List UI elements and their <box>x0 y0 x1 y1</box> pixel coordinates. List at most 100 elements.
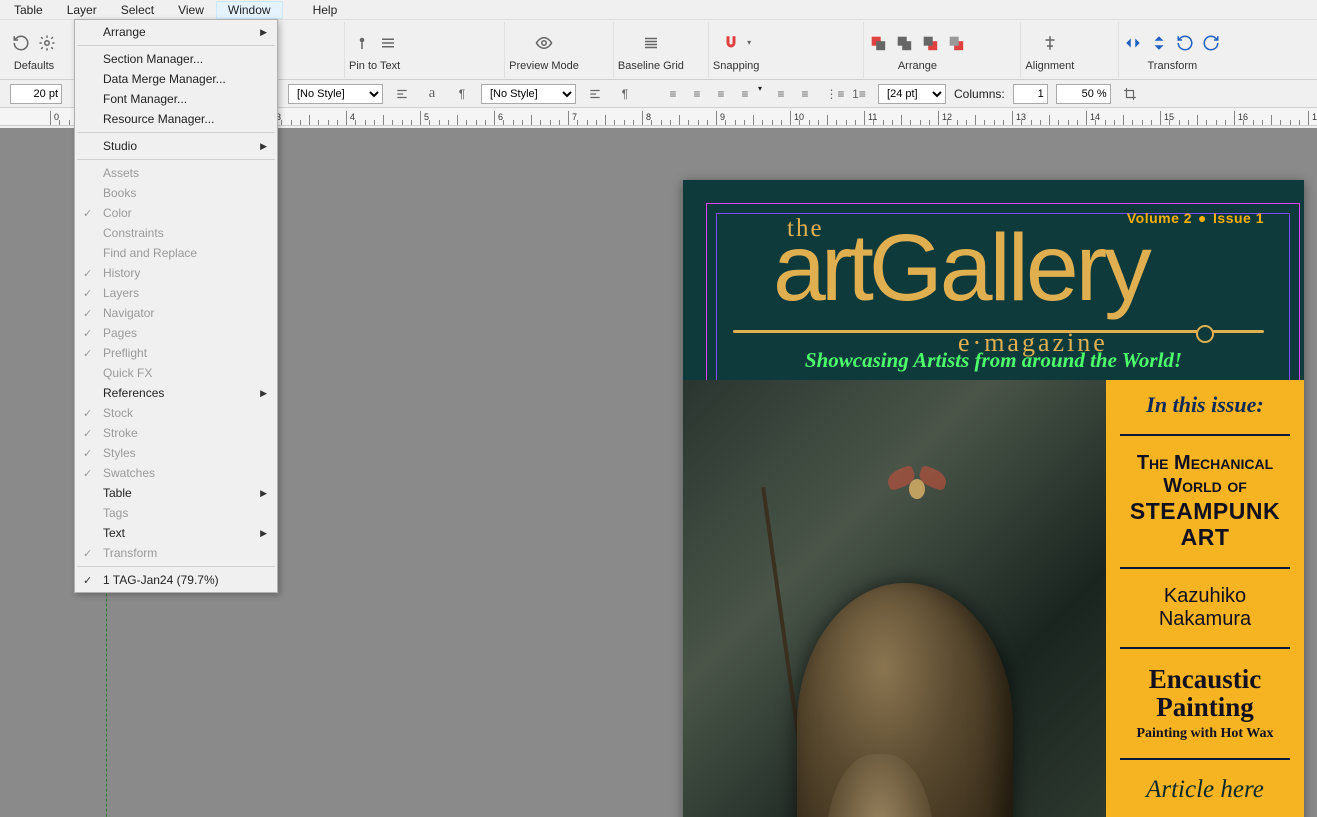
eye-icon[interactable] <box>534 33 554 53</box>
menu-item-table[interactable]: Table▶ <box>75 483 277 503</box>
baseline-grid-icon[interactable] <box>641 33 661 53</box>
menu-item-resource-manager[interactable]: Resource Manager... <box>75 109 277 129</box>
gear-icon[interactable] <box>37 33 57 53</box>
menu-help[interactable]: Help <box>301 1 350 19</box>
update-char-style-icon[interactable] <box>584 84 606 104</box>
align-left-icon[interactable]: ≡ <box>662 84 684 104</box>
pin-section: Pin to Text <box>344 22 404 78</box>
list-group: ⋮≡ 1≡ <box>824 84 870 104</box>
columns-label: Columns: <box>954 87 1005 101</box>
pin-inline-icon[interactable] <box>378 33 398 53</box>
pilcrow-icon-2[interactable]: ¶ <box>614 84 636 104</box>
check-icon: ✓ <box>83 407 92 420</box>
submenu-arrow-icon: ▶ <box>260 141 267 152</box>
check-icon: ✓ <box>83 307 92 320</box>
menu-item-constraints: Constraints <box>75 223 277 243</box>
pilcrow-icon[interactable]: ¶ <box>451 84 473 104</box>
menubar: TableLayerSelectViewWindow Help <box>0 0 1317 20</box>
align-right-icon[interactable]: ≡ <box>710 84 732 104</box>
menu-item-1-tag-jan24-79-7[interactable]: ✓1 TAG-Jan24 (79.7%) <box>75 570 277 590</box>
menu-select[interactable]: Select <box>109 1 166 19</box>
brush-underline-icon <box>733 330 1264 333</box>
sync-defaults-icon[interactable] <box>11 33 31 53</box>
menu-item-transform: ✓Transform <box>75 543 277 563</box>
check-icon: ✓ <box>83 287 92 300</box>
para-style-select[interactable]: [No Style] <box>288 84 383 104</box>
menu-item-stroke: ✓Stroke <box>75 423 277 443</box>
menu-separator <box>77 132 275 133</box>
check-icon: ✓ <box>83 267 92 280</box>
menu-item-section-manager[interactable]: Section Manager... <box>75 49 277 69</box>
alignment-icon[interactable] <box>1040 33 1060 53</box>
feature-artist: Kazuhiko Nakamura <box>1114 585 1296 631</box>
bullet-list-icon[interactable]: ⋮≡ <box>824 84 846 104</box>
move-backward-icon[interactable] <box>920 33 940 53</box>
pin-float-icon[interactable] <box>352 33 372 53</box>
snapping-section: ▾ Snapping <box>708 22 764 78</box>
zoom-field[interactable] <box>1056 84 1111 104</box>
align-center-icon[interactable]: ≡ <box>686 84 708 104</box>
sidebar-header: In this issue: <box>1114 392 1296 418</box>
align-justify-icon[interactable]: ≡ <box>734 84 756 104</box>
menu-item-arrange[interactable]: Arrange▶ <box>75 22 277 42</box>
tagline: Showcasing Artists from around the World… <box>683 348 1304 373</box>
number-list-icon[interactable]: 1≡ <box>848 84 870 104</box>
magnet-icon[interactable] <box>721 33 741 53</box>
flip-h-icon[interactable] <box>1123 33 1143 53</box>
check-icon: ✓ <box>83 547 92 560</box>
cover-sidebar: In this issue: The Mechanical World of S… <box>1106 380 1304 817</box>
window-menu-dropdown: Arrange▶ Section Manager...Data Merge Man… <box>74 19 278 593</box>
baseline-section: Baseline Grid <box>613 22 688 78</box>
menu-item-tags: Tags <box>75 503 277 523</box>
columns-field[interactable] <box>1013 84 1048 104</box>
leading-select[interactable]: [24 pt] <box>878 84 946 104</box>
menu-item-color: ✓Color <box>75 203 277 223</box>
menu-item-studio[interactable]: Studio▶ <box>75 136 277 156</box>
snapping-label: Snapping <box>713 60 760 72</box>
menu-item-quick-fx: Quick FX <box>75 363 277 383</box>
menu-item-navigator: ✓Navigator <box>75 303 277 323</box>
submenu-arrow-icon: ▶ <box>260 27 267 38</box>
rotate-ccw-icon[interactable] <box>1175 33 1195 53</box>
valign-bottom-icon[interactable]: ≡ <box>794 84 816 104</box>
align-group: ≡ ≡ ≡ ≡ ▾ <box>662 84 762 104</box>
baseline-label: Baseline Grid <box>618 60 684 72</box>
preview-section: Preview Mode <box>504 22 583 78</box>
menu-item-assets: Assets <box>75 163 277 183</box>
menu-item-layers: ✓Layers <box>75 283 277 303</box>
check-icon: ✓ <box>83 447 92 460</box>
document-page[interactable]: Volume 2●Issue 1 the artGallery e·magazi… <box>683 180 1304 817</box>
menu-item-references[interactable]: References▶ <box>75 383 277 403</box>
menu-separator <box>77 45 275 46</box>
menu-separator <box>77 566 275 567</box>
arrange-section: Arrange <box>863 22 970 78</box>
menu-item-styles: ✓Styles <box>75 443 277 463</box>
font-size-field[interactable] <box>10 84 62 104</box>
menu-item-text[interactable]: Text▶ <box>75 523 277 543</box>
defaults-section: Defaults <box>4 22 64 78</box>
move-back-icon[interactable] <box>946 33 966 53</box>
valign-top-icon[interactable]: ≡ <box>770 84 792 104</box>
menu-window[interactable]: Window <box>216 1 283 19</box>
menu-view[interactable]: View <box>166 1 216 19</box>
valign-group: ≡ ≡ <box>770 84 816 104</box>
move-front-icon[interactable] <box>868 33 888 53</box>
flip-v-icon[interactable] <box>1149 33 1169 53</box>
transform-section: Transform <box>1118 22 1225 78</box>
menu-layer[interactable]: Layer <box>55 1 109 19</box>
menu-item-data-merge-manager[interactable]: Data Merge Manager... <box>75 69 277 89</box>
crop-icon[interactable] <box>1119 84 1141 104</box>
rotate-cw-icon[interactable] <box>1201 33 1221 53</box>
feature-steampunk: The Mechanical World of STEAMPUNK ART <box>1114 452 1296 551</box>
alignment-section: Alignment <box>1020 22 1078 78</box>
menu-item-swatches: ✓Swatches <box>75 463 277 483</box>
move-forward-icon[interactable] <box>894 33 914 53</box>
check-icon: ✓ <box>83 207 92 220</box>
check-icon: ✓ <box>83 574 92 587</box>
update-style-icon[interactable] <box>391 84 413 104</box>
menu-item-font-manager[interactable]: Font Manager... <box>75 89 277 109</box>
transform-label: Transform <box>1147 60 1197 72</box>
title-main: artGallery <box>773 228 1149 309</box>
char-style-select[interactable]: [No Style] <box>481 84 576 104</box>
menu-table[interactable]: Table <box>2 1 55 19</box>
